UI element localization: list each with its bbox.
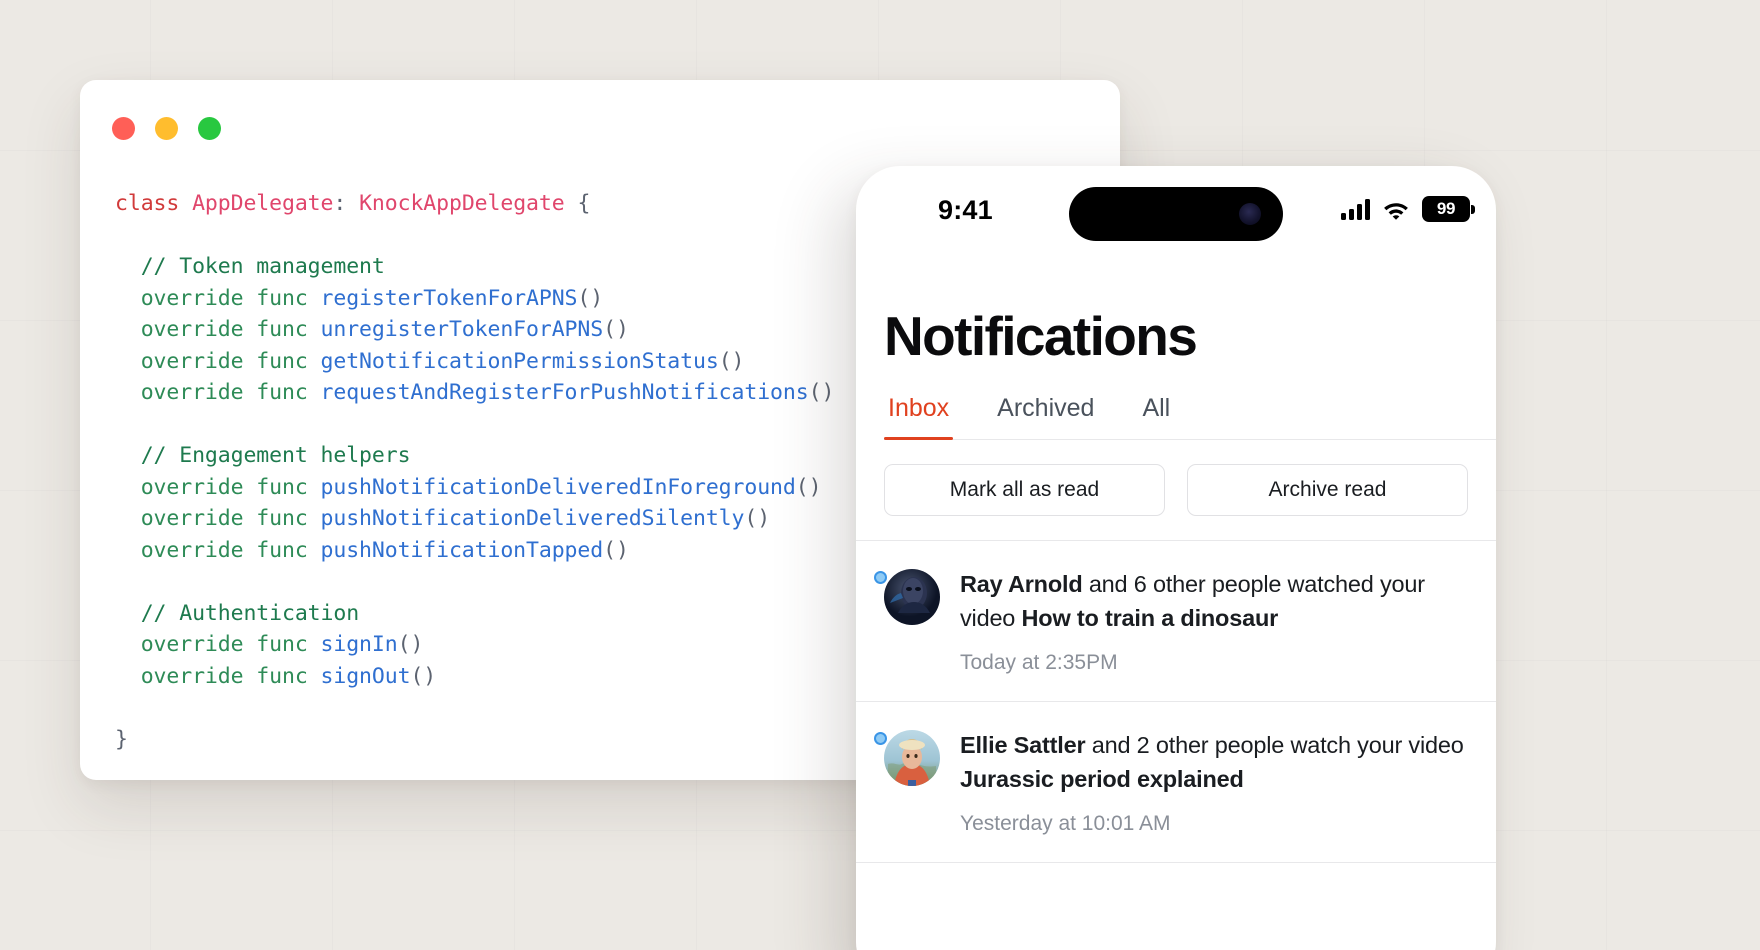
page-title: Notifications: [884, 305, 1198, 367]
mark-all-as-read-button[interactable]: Mark all as read: [884, 464, 1165, 516]
code-token: (): [603, 317, 629, 342]
notification-tabs: Inbox Archived All: [884, 394, 1496, 440]
notification-timestamp: Today at 2:35PM: [960, 651, 1118, 674]
code-token: }: [115, 726, 128, 752]
code-token: override func: [115, 380, 321, 405]
notification-body: and 2 other people watch your video: [1085, 732, 1464, 758]
code-token: (): [603, 537, 629, 563]
code-token: override func: [115, 632, 321, 657]
close-window-button[interactable]: [112, 117, 135, 140]
notification-subject: How to train a dinosaur: [1021, 605, 1279, 631]
unread-dot-icon[interactable]: [874, 571, 887, 584]
wifi-icon: [1382, 199, 1410, 220]
archive-read-button[interactable]: Archive read: [1187, 464, 1468, 516]
cellular-bars-icon: [1341, 198, 1370, 220]
code-token: override func: [115, 663, 321, 689]
minimize-window-button[interactable]: [155, 117, 178, 140]
bulk-actions-bar: Mark all as read Archive read: [856, 440, 1496, 541]
code-token: signIn: [320, 632, 398, 657]
code-token: pushNotificationDeliveredInForeground: [320, 474, 796, 500]
avatar: [884, 569, 940, 625]
code-token: (): [795, 474, 822, 500]
notification-text: Ellie Sattler and 2 other people watch y…: [960, 728, 1468, 796]
code-token: // Authentication: [115, 600, 360, 626]
notification-subject: Jurassic period explained: [960, 766, 1244, 792]
code-token: :: [333, 191, 360, 216]
code-token: pushNotificationTapped: [320, 537, 604, 563]
notification-item[interactable]: Ray Arnold and 6 other people watched yo…: [856, 541, 1496, 702]
code-token: override func: [115, 537, 321, 563]
code-token: class: [115, 191, 193, 216]
code-token: override func: [115, 506, 321, 531]
tab-inbox[interactable]: Inbox: [884, 394, 954, 440]
window-traffic-lights: [112, 117, 221, 140]
unread-dot-icon[interactable]: [874, 732, 887, 745]
code-token: // Engagement helpers: [115, 443, 411, 468]
status-bar-icons: 99: [1341, 196, 1475, 222]
code-token: registerTokenForAPNS: [320, 285, 578, 311]
code-token: override func: [115, 285, 321, 311]
avatar: [884, 730, 940, 786]
notification-timestamp: Yesterday at 10:01 AM: [960, 812, 1171, 835]
notification-text: Ray Arnold and 6 other people watched yo…: [960, 567, 1468, 635]
code-token: (): [397, 632, 424, 657]
notification-actor: Ellie Sattler: [960, 732, 1086, 758]
tab-all[interactable]: All: [1138, 394, 1174, 439]
battery-percent: 99: [1436, 199, 1456, 218]
code-token: // Token management: [115, 254, 385, 279]
code-token: getNotificationPermissionStatus: [320, 348, 719, 374]
maximize-window-button[interactable]: [198, 117, 221, 140]
tab-archived[interactable]: Archived: [993, 394, 1098, 439]
code-token: (): [410, 663, 437, 689]
code-token: (): [577, 285, 604, 311]
code-token: override func: [115, 317, 321, 342]
code-token: AppDelegate: [192, 191, 334, 216]
dynamic-island: [1069, 187, 1283, 241]
code-token: override func: [115, 474, 321, 500]
front-camera-icon: [1239, 203, 1261, 225]
code-token: pushNotificationDeliveredSilently: [320, 506, 745, 531]
phone-mockup: 9:41 99 Notifications Inbox Archived All M: [856, 166, 1496, 950]
code-token: unregisterTokenForAPNS: [320, 317, 604, 342]
code-token: requestAndRegisterForPushNotifications: [320, 380, 809, 405]
code-token: KnockAppDelegate: [359, 191, 565, 216]
code-token: signOut: [320, 663, 411, 689]
status-bar: 9:41 99: [856, 166, 1496, 248]
battery-icon: 99: [1422, 196, 1475, 222]
code-token: (): [808, 380, 835, 405]
code-token: override func: [115, 348, 321, 374]
notification-actor: Ray Arnold: [960, 571, 1083, 597]
notification-item[interactable]: Ellie Sattler and 2 other people watch y…: [856, 702, 1496, 863]
code-token: {: [564, 191, 591, 216]
code-token: (): [718, 348, 745, 374]
notification-list: Ray Arnold and 6 other people watched yo…: [856, 541, 1496, 863]
code-token: (): [744, 506, 771, 531]
status-bar-time: 9:41: [938, 195, 993, 225]
